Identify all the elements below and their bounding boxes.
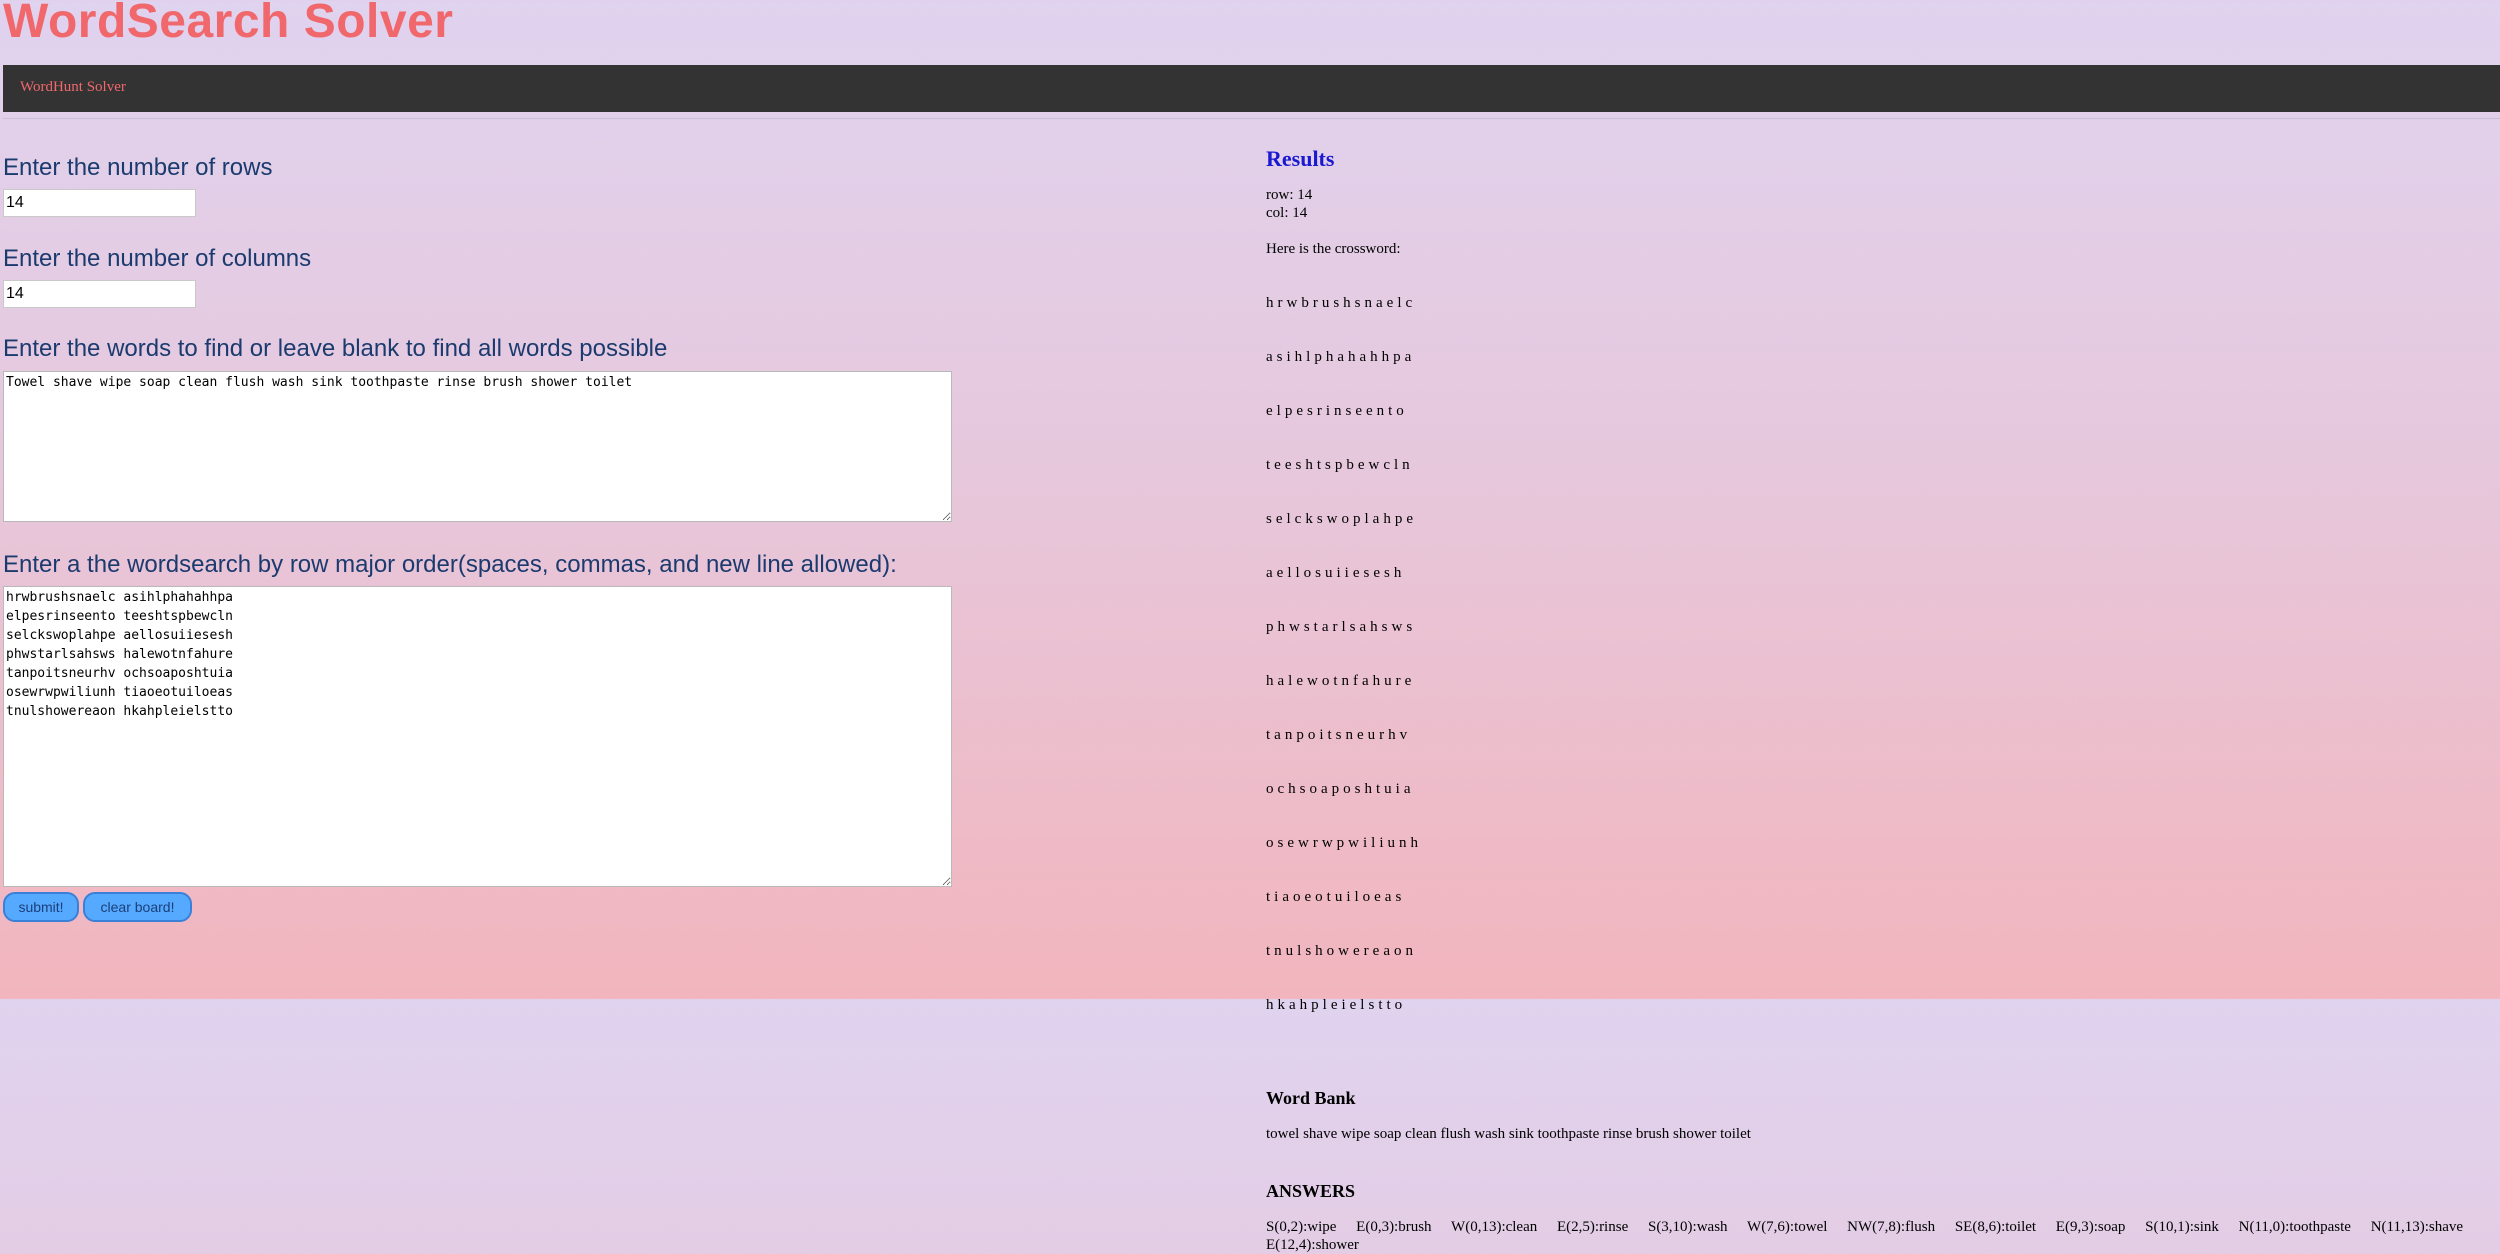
dimensions-info: row: 14 col: 14 (1266, 186, 2496, 222)
answers-heading: ANSWERS (1266, 1181, 1356, 1201)
grid-row: teeshtspbewcln (1266, 457, 1414, 473)
words-textarea[interactable]: Towel shave wipe soap clean flush wash s… (3, 371, 952, 522)
cols-result: col: 14 (1266, 205, 1308, 221)
grid-row: selckswoplahpe (1266, 511, 1417, 527)
grid-row: phwstarlsahsws (1266, 619, 1417, 635)
rows-result: row: 14 (1266, 187, 1313, 203)
grid-row: elpesrinseento (1266, 403, 1408, 419)
grid-row: tnulshowereaon (1266, 943, 1417, 959)
navbar: WordHunt Solver (3, 65, 2500, 112)
crossword-grid: hrwbrushsnaelc asihlphahahhpa elpesrinse… (1266, 258, 2496, 1050)
results-panel: Results row: 14 col: 14 Here is the cros… (1266, 146, 2496, 1254)
columns-input[interactable] (3, 280, 196, 308)
rows-label: Enter the number of rows (3, 154, 273, 181)
grid-row: osewrwpwiliunh (1266, 835, 1422, 851)
grid-row: halewotnfahure (1266, 673, 1416, 689)
wordsearch-grid-label: Enter a the wordsearch by row major orde… (3, 551, 897, 578)
wordsearch-grid-textarea[interactable]: hrwbrushsnaelc asihlphahahhpa elpesrinse… (3, 586, 952, 887)
answers-list: S(0,2):wipe E(0,3):brush W(0,13):clean E… (1266, 1218, 2496, 1254)
divider (3, 118, 2500, 119)
nav-link-wordhunt[interactable]: WordHunt Solver (20, 79, 126, 96)
columns-label: Enter the number of columns (3, 245, 312, 272)
grid-row: aellosuiiesesh (1266, 565, 1406, 581)
words-label: Enter the words to find or leave blank t… (3, 335, 668, 362)
grid-row: hrwbrushsnaelc (1266, 295, 1417, 311)
submit-button[interactable]: submit! (3, 892, 79, 922)
word-bank-heading: Word Bank (1266, 1088, 1356, 1108)
clear-board-button[interactable]: clear board! (83, 892, 192, 922)
crossword-intro: Here is the crossword: (1266, 241, 1401, 257)
grid-row: tiaoeotuiloeas (1266, 889, 1406, 905)
answers-line: E(12,4):shower (1266, 1237, 1359, 1253)
page-title: WordSearch Solver (3, 0, 454, 48)
results-heading: Results (1266, 146, 1335, 171)
grid-row: ochsoaposhtuia (1266, 781, 1415, 797)
grid-row: asihlphahahhpa (1266, 349, 1416, 365)
word-bank-list: towel shave wipe soap clean flush wash s… (1266, 1126, 1751, 1142)
rows-input[interactable] (3, 189, 196, 217)
grid-row: tanpoitsneurhv (1266, 727, 1412, 743)
answers-line: S(0,2):wipe E(0,3):brush W(0,13):clean E… (1266, 1219, 2464, 1235)
